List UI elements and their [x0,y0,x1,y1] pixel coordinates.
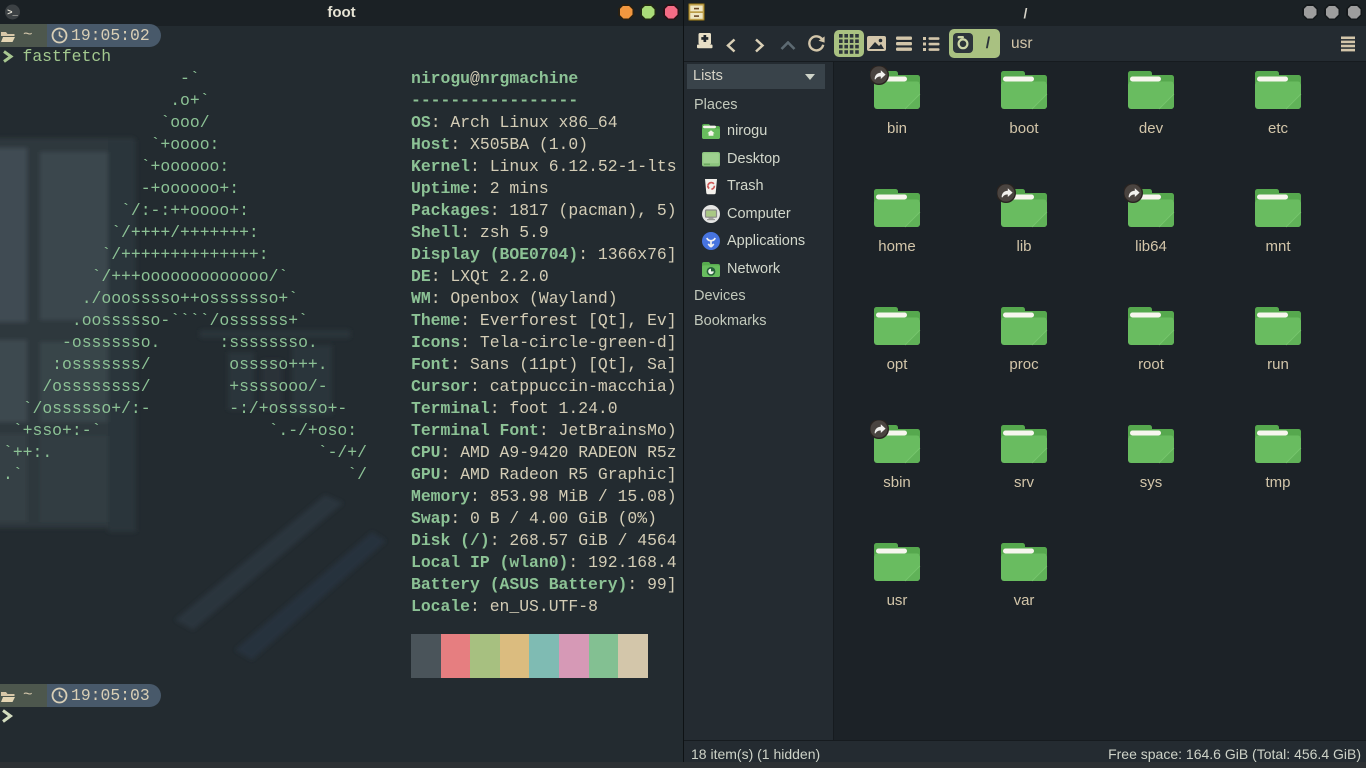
svg-text:>_: >_ [7,8,18,18]
